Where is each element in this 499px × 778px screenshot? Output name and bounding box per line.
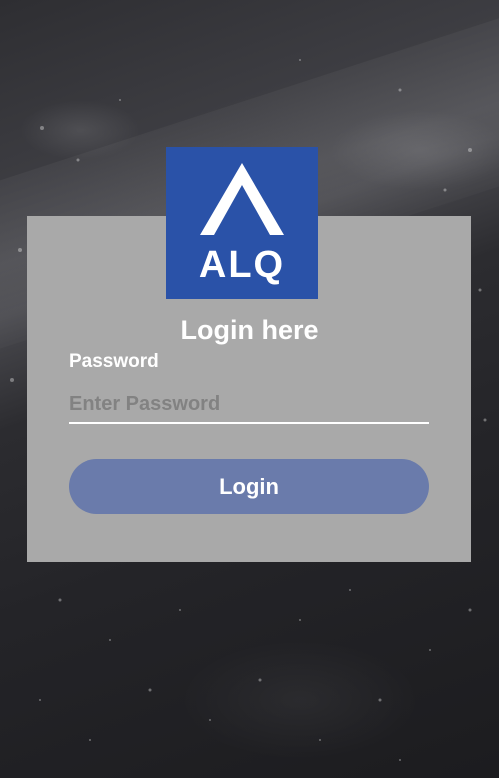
password-input[interactable] xyxy=(69,386,429,424)
login-button[interactable]: Login xyxy=(69,459,429,514)
logo-text: ALQ xyxy=(198,244,286,286)
login-title: Login here xyxy=(180,315,319,345)
password-label: Password xyxy=(69,351,159,372)
alq-logo: ALQ xyxy=(166,147,318,299)
